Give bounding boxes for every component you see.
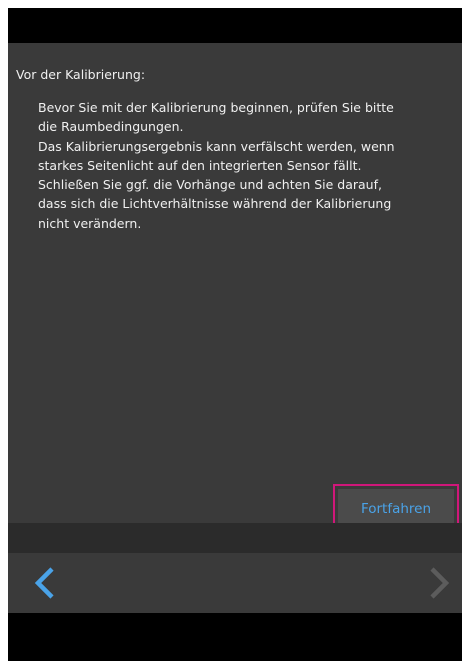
calibration-panel: Vor der Kalibrierung: Bevor Sie mit der …: [8, 43, 462, 534]
next-button[interactable]: [424, 566, 454, 600]
chevron-right-icon: [430, 567, 450, 599]
device-screen: Vor der Kalibrierung: Bevor Sie mit der …: [8, 8, 462, 661]
instruction-line: Bevor Sie mit der Kalibrierung beginnen,…: [38, 100, 394, 115]
instruction-line: starkes Seitenlicht auf den integrierten…: [38, 157, 362, 173]
instruction-line: die Raumbedingungen.: [38, 119, 184, 135]
instruction-line: dass sich die Lichtverhältnisse während …: [38, 196, 392, 212]
instruction-line: nicht verändern.: [38, 215, 142, 231]
instruction-line: Schließen Sie ggf. die Vorhänge und acht…: [38, 177, 382, 193]
back-button[interactable]: [30, 566, 60, 600]
instruction-line: Das Kalibrierungsergebnis kann verfälsch…: [38, 138, 395, 154]
chevron-left-icon: [34, 567, 54, 599]
navigation-divider-bar: [8, 523, 462, 553]
calibration-instructions: Bevor Sie mit der Kalibrierung beginnen,…: [38, 98, 458, 233]
navigation-bar: [8, 553, 462, 613]
page-title: Vor der Kalibrierung:: [16, 67, 146, 82]
